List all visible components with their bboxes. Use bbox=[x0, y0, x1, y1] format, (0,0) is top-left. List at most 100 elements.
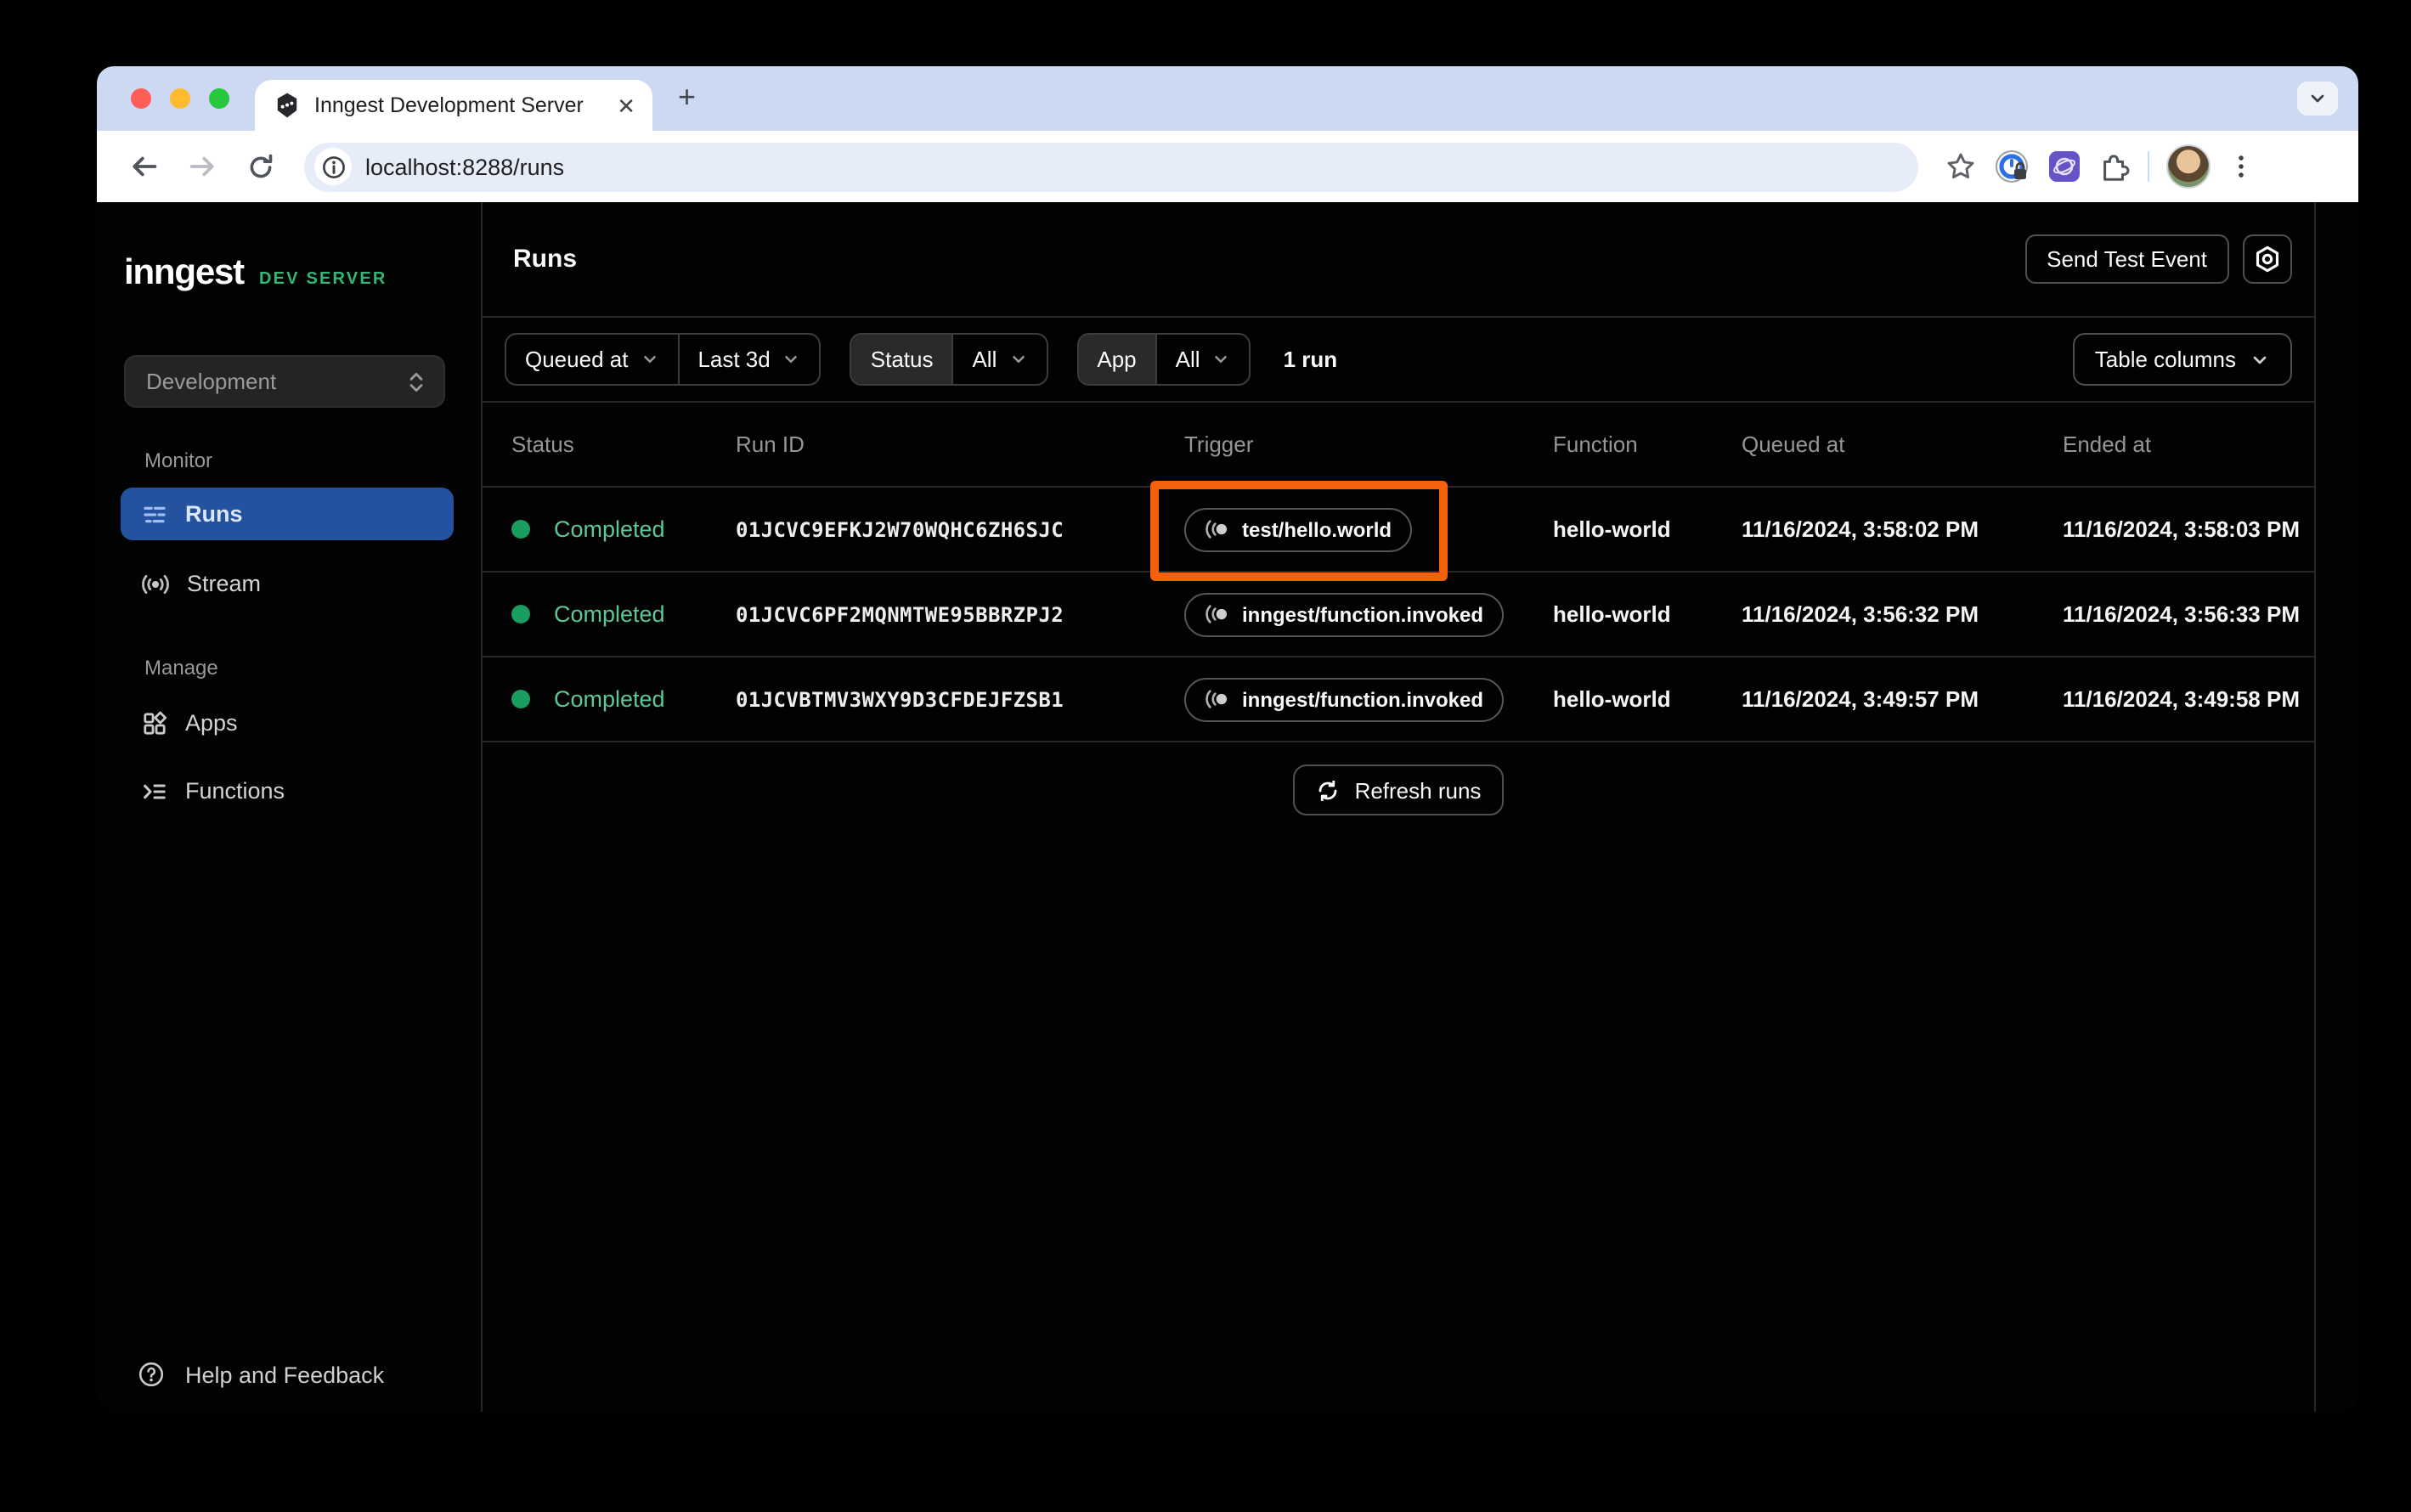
ended-at-value: 11/16/2024, 3:49:58 PM bbox=[2063, 686, 2300, 712]
event-trigger-icon bbox=[1206, 520, 1228, 539]
apps-icon bbox=[144, 710, 167, 734]
bookmark-star-icon[interactable] bbox=[1945, 151, 1976, 182]
toolbar-divider bbox=[2148, 151, 2149, 182]
status-dot-completed bbox=[511, 690, 530, 708]
app-filter-value: All bbox=[1175, 347, 1200, 372]
trigger-badge[interactable]: inngest/function.invoked bbox=[1184, 592, 1505, 636]
environment-selector[interactable]: Development bbox=[124, 355, 445, 408]
runs-icon bbox=[144, 505, 166, 522]
forward-arrow-icon bbox=[189, 156, 214, 177]
page-title: Runs bbox=[513, 245, 577, 274]
queued-at-value: 11/16/2024, 3:58:02 PM bbox=[1742, 516, 1979, 542]
ended-at-value: 11/16/2024, 3:56:33 PM bbox=[2063, 601, 2300, 627]
minimize-window-button[interactable] bbox=[170, 88, 190, 109]
site-info-button[interactable] bbox=[314, 148, 352, 185]
sidebar: inngest DEV SERVER Development Monitor R… bbox=[97, 202, 483, 1412]
send-test-event-button[interactable]: Send Test Event bbox=[2024, 234, 2229, 284]
status-cell: Completed bbox=[511, 516, 736, 542]
queued-at-value: 11/16/2024, 3:49:57 PM bbox=[1742, 686, 1979, 712]
refresh-runs-label: Refresh runs bbox=[1354, 777, 1482, 803]
column-header-run-id[interactable]: Run ID bbox=[736, 432, 1184, 457]
trigger-name: test/hello.world bbox=[1242, 517, 1392, 541]
url-bar[interactable]: localhost:8288/runs bbox=[304, 142, 1918, 191]
runs-panel: Runs Send Test Event Queued at Last 3d S… bbox=[483, 202, 2316, 1412]
table-row[interactable]: Completed 01JCVC9EFKJ2W70WQHC6ZH6SJC tes… bbox=[483, 488, 2314, 573]
info-icon bbox=[322, 155, 344, 178]
sidebar-item-label: Stream bbox=[187, 571, 262, 596]
browser-tab[interactable]: Inngest Development Server ✕ bbox=[255, 80, 652, 131]
page-header: Runs Send Test Event bbox=[483, 202, 2314, 318]
sidebar-item-functions[interactable]: Functions bbox=[121, 764, 454, 817]
sidebar-item-apps[interactable]: Apps bbox=[121, 697, 454, 749]
gear-icon bbox=[2256, 245, 2279, 273]
column-header-queued-at[interactable]: Queued at bbox=[1742, 432, 2063, 457]
chevron-down-icon bbox=[1215, 356, 1228, 363]
help-icon bbox=[138, 1362, 164, 1387]
event-trigger-icon bbox=[1206, 690, 1228, 708]
table-columns-button[interactable]: Table columns bbox=[2072, 333, 2292, 386]
extensions-puzzle-icon[interactable] bbox=[2098, 150, 2131, 183]
column-header-ended-at[interactable]: Ended at bbox=[2063, 432, 2316, 457]
status-filter-value: All bbox=[972, 347, 997, 372]
column-header-status[interactable]: Status bbox=[511, 432, 736, 457]
main-content: Runs Send Test Event Queued at Last 3d S… bbox=[483, 202, 2358, 1412]
status-cell: Completed bbox=[511, 686, 736, 712]
select-chevrons-icon bbox=[409, 372, 423, 391]
sidebar-item-label: Runs bbox=[185, 501, 243, 527]
sidebar-item-stream[interactable]: Stream bbox=[121, 557, 454, 610]
purple-extension-icon[interactable] bbox=[2047, 150, 2081, 183]
app-filter-label: App bbox=[1078, 335, 1155, 384]
browser-menu-kebab-icon[interactable] bbox=[2227, 153, 2255, 180]
ended-at-value: 11/16/2024, 3:58:03 PM bbox=[2063, 516, 2300, 542]
help-and-feedback[interactable]: Help and Feedback bbox=[138, 1361, 384, 1388]
table-row[interactable]: Completed 01JCVBTMV3WXY9D3CFDEJFZSB1 inn… bbox=[483, 657, 2314, 742]
function-name: hello-world bbox=[1553, 601, 1671, 627]
column-header-function[interactable]: Function bbox=[1553, 432, 1742, 457]
password-manager-extension-icon[interactable] bbox=[1993, 148, 2030, 185]
forward-button[interactable] bbox=[178, 143, 226, 190]
status-label: Completed bbox=[554, 686, 665, 712]
event-trigger-icon bbox=[1206, 605, 1228, 623]
dev-server-badge: DEV SERVER bbox=[258, 270, 387, 289]
window-controls bbox=[131, 88, 229, 109]
run-id: 01JCVBTMV3WXY9D3CFDEJFZSB1 bbox=[736, 687, 1064, 711]
column-header-trigger[interactable]: Trigger bbox=[1184, 432, 1553, 457]
settings-button[interactable] bbox=[2243, 234, 2292, 284]
time-range-dropdown[interactable]: Last 3d bbox=[677, 335, 819, 384]
run-count: 1 run bbox=[1283, 347, 1338, 372]
new-tab-button[interactable]: + bbox=[678, 82, 696, 112]
function-name: hello-world bbox=[1553, 686, 1671, 712]
reload-icon bbox=[249, 153, 272, 178]
reload-button[interactable] bbox=[236, 143, 284, 190]
status-filter-dropdown[interactable]: All bbox=[951, 335, 1046, 384]
profile-avatar[interactable] bbox=[2166, 144, 2211, 189]
browser-toolbar: localhost:8288/runs bbox=[97, 131, 2358, 202]
chevron-down-icon bbox=[2253, 355, 2267, 364]
app-filter-dropdown[interactable]: All bbox=[1155, 335, 1250, 384]
status-filter-label: Status bbox=[851, 335, 952, 384]
inngest-app: inngest DEV SERVER Development Monitor R… bbox=[97, 202, 2358, 1412]
time-field-dropdown[interactable]: Queued at bbox=[506, 335, 677, 384]
trigger-badge[interactable]: inngest/function.invoked bbox=[1184, 677, 1505, 721]
tab-close-icon[interactable]: ✕ bbox=[613, 91, 639, 120]
close-window-button[interactable] bbox=[131, 88, 151, 109]
status-cell: Completed bbox=[511, 601, 736, 627]
status-label: Completed bbox=[554, 516, 665, 542]
filter-bar: Queued at Last 3d Status All App All 1 r… bbox=[483, 318, 2314, 403]
status-dot-completed bbox=[511, 605, 530, 623]
table-row[interactable]: Completed 01JCVC6PF2MQNMTWE95BBRZPJ2 inn… bbox=[483, 573, 2314, 657]
table-columns-label: Table columns bbox=[2094, 347, 2236, 372]
sidebar-item-runs[interactable]: Runs bbox=[121, 488, 454, 540]
tab-search-chevron-button[interactable] bbox=[2297, 82, 2338, 116]
trigger-badge[interactable]: test/hello.world bbox=[1184, 507, 1413, 551]
time-field-label: Queued at bbox=[525, 347, 629, 372]
screenshot-canvas: Inngest Development Server ✕ + localhost… bbox=[0, 0, 2411, 1512]
logo-row: inngest DEV SERVER bbox=[124, 253, 481, 297]
refresh-runs-button[interactable]: Refresh runs bbox=[1293, 764, 1504, 815]
inngest-favicon-icon bbox=[277, 93, 297, 118]
back-button[interactable] bbox=[121, 143, 168, 190]
browser-tab-bar: Inngest Development Server ✕ + bbox=[97, 66, 2358, 131]
table-header-row: Status Run ID Trigger Function Queued at… bbox=[483, 403, 2314, 488]
section-label-manage: Manage bbox=[144, 656, 218, 680]
maximize-window-button[interactable] bbox=[209, 88, 229, 109]
